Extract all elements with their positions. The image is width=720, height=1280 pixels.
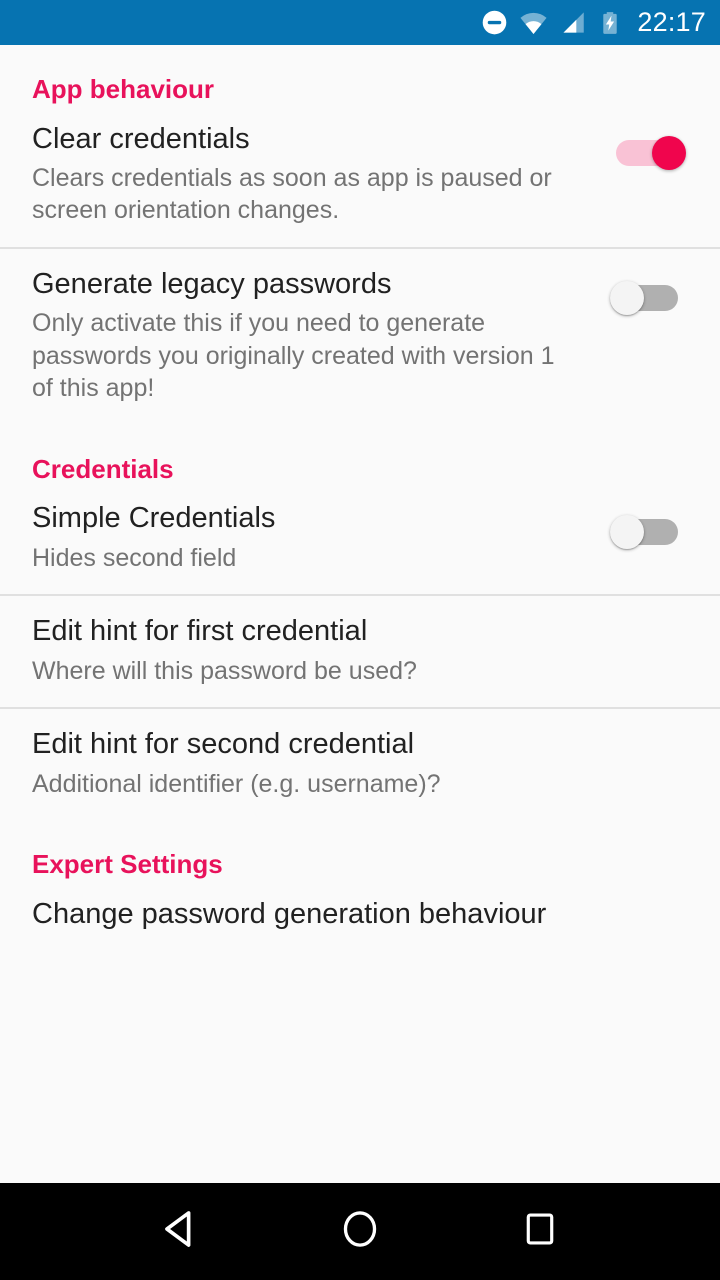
battery-charging-icon [597, 10, 623, 36]
switch-thumb [610, 280, 644, 315]
pref-simple-credentials[interactable]: Simple Credentials Hides second field [0, 483, 720, 594]
pref-text: Edit hint for second credential Addition… [32, 727, 696, 800]
pref-edit-hint-first-credential[interactable]: Edit hint for first credential Where wil… [0, 596, 720, 707]
pref-summary: Clears credentials as soon as app is pau… [32, 163, 552, 225]
android-settings-screen: 22:17 App behaviour Clear credentials Cl… [0, 0, 720, 1280]
nav-home-button[interactable] [325, 1197, 395, 1267]
section-header-expert-settings: Expert Settings [32, 849, 223, 880]
android-navigation-bar [0, 1183, 720, 1280]
pref-text: Generate legacy passwords Only activate … [32, 267, 600, 405]
pref-title: Simple Credentials [32, 502, 276, 535]
pref-control[interactable] [600, 122, 696, 170]
section-header-app-behaviour: App behaviour [32, 74, 215, 104]
switch-clear-credentials[interactable] [610, 135, 686, 170]
nav-back-button[interactable] [145, 1197, 215, 1267]
wifi-icon [519, 8, 548, 37]
pref-title: Edit hint for second credential [32, 728, 415, 761]
pref-title: Edit hint for first credential [32, 615, 368, 648]
pref-title: Generate legacy passwords [32, 267, 392, 300]
pref-title: Change password generation behaviour [32, 897, 547, 930]
switch-simple-credentials[interactable] [610, 515, 686, 550]
pref-summary: Hides second field [32, 543, 237, 572]
pref-summary: Additional identifier (e.g. username)? [32, 769, 441, 798]
recents-square-icon [521, 1210, 559, 1253]
pref-text: Simple Credentials Hides second field [32, 501, 600, 574]
pref-generate-legacy-passwords[interactable]: Generate legacy passwords Only activate … [0, 249, 720, 425]
pref-text: Edit hint for first credential Where wil… [32, 614, 696, 687]
section-header-credentials: Credentials [32, 453, 174, 484]
pref-control[interactable] [600, 267, 696, 315]
back-triangle-icon [157, 1206, 203, 1257]
pref-summary: Where will this password be used? [32, 656, 417, 685]
pref-text: Change password generation behaviour [32, 897, 696, 937]
pref-clear-credentials[interactable]: Clear credentials Clears credentials as … [0, 104, 720, 247]
cellular-signal-icon [559, 9, 586, 36]
home-circle-icon [339, 1208, 381, 1255]
nav-recents-button[interactable] [505, 1197, 575, 1267]
pref-edit-hint-second-credential[interactable]: Edit hint for second credential Addition… [0, 709, 720, 820]
settings-list[interactable]: App behaviour Clear credentials Clears c… [0, 45, 720, 1183]
status-bar: 22:17 [0, 0, 720, 45]
pref-control[interactable] [600, 501, 696, 550]
pref-title: Clear credentials [32, 122, 250, 155]
pref-change-password-generation-behaviour[interactable]: Change password generation behaviour [0, 879, 720, 957]
switch-thumb [652, 135, 686, 170]
switch-generate-legacy-passwords[interactable] [610, 280, 686, 315]
pref-summary: Only activate this if you need to genera… [32, 309, 555, 403]
status-bar-clock: 22:17 [637, 7, 706, 37]
pref-text: Clear credentials Clears credentials as … [32, 122, 600, 227]
do-not-disturb-icon [481, 9, 508, 36]
